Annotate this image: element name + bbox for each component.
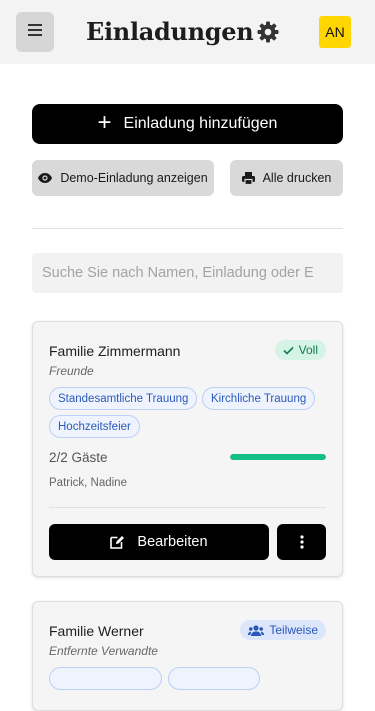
app-header: Einladungen AN	[0, 0, 375, 64]
status-badge: Voll	[274, 340, 326, 360]
show-demo-invitation-button[interactable]: Demo-Einladung anzeigen	[32, 160, 214, 196]
eye-icon	[38, 173, 53, 183]
check-icon	[283, 346, 294, 355]
printer-icon	[241, 171, 255, 185]
status-badge: Teilweise	[240, 620, 326, 640]
print-all-label: Alle drucken	[262, 171, 332, 185]
event-tag: Standesamtliche Trauung	[49, 387, 198, 410]
guest-progress-bar	[230, 454, 326, 460]
event-tag: Hochzeitsfeier	[49, 415, 140, 438]
divider	[32, 228, 343, 229]
invitation-group: Freunde	[49, 364, 94, 378]
invitation-card: Familie Werner Entfernte Verwandte Teilw…	[32, 601, 343, 711]
guest-names: Patrick, Nadine	[49, 477, 127, 489]
plus-icon: +	[97, 108, 112, 136]
page-title: Einladungen	[86, 17, 254, 46]
add-invitation-button[interactable]: + Einladung hinzufügen	[32, 104, 343, 144]
status-label: Teilweise	[269, 623, 318, 637]
more-options-button[interactable]	[277, 524, 326, 560]
edit-icon	[110, 536, 125, 549]
invitation-name: Familie Werner	[49, 623, 144, 639]
edit-button[interactable]: Bearbeiten	[49, 524, 269, 560]
menu-button[interactable]	[16, 12, 54, 52]
event-tag	[168, 667, 260, 690]
gear-icon[interactable]	[256, 20, 280, 44]
avatar[interactable]: AN	[319, 16, 351, 48]
invitation-name: Familie Zimmermann	[49, 343, 181, 359]
users-icon	[248, 624, 265, 636]
edit-label: Bearbeiten	[137, 534, 208, 550]
search-input[interactable]	[32, 253, 343, 293]
more-vertical-icon	[299, 535, 304, 549]
invitation-card: Familie Zimmermann Freunde Voll Standesa…	[32, 321, 343, 577]
hamburger-icon	[28, 23, 42, 41]
show-demo-label: Demo-Einladung anzeigen	[60, 171, 208, 185]
event-tag: Kirchliche Trauung	[202, 387, 316, 410]
invitation-group: Entfernte Verwandte	[49, 644, 158, 658]
print-all-button[interactable]: Alle drucken	[230, 160, 343, 196]
card-divider	[49, 507, 326, 508]
status-label: Voll	[298, 343, 318, 357]
add-invitation-label: Einladung hinzufügen	[123, 115, 278, 132]
event-tag	[49, 667, 162, 690]
guest-progress-fill	[230, 454, 326, 460]
guest-count: 2/2 Gäste	[49, 450, 108, 465]
